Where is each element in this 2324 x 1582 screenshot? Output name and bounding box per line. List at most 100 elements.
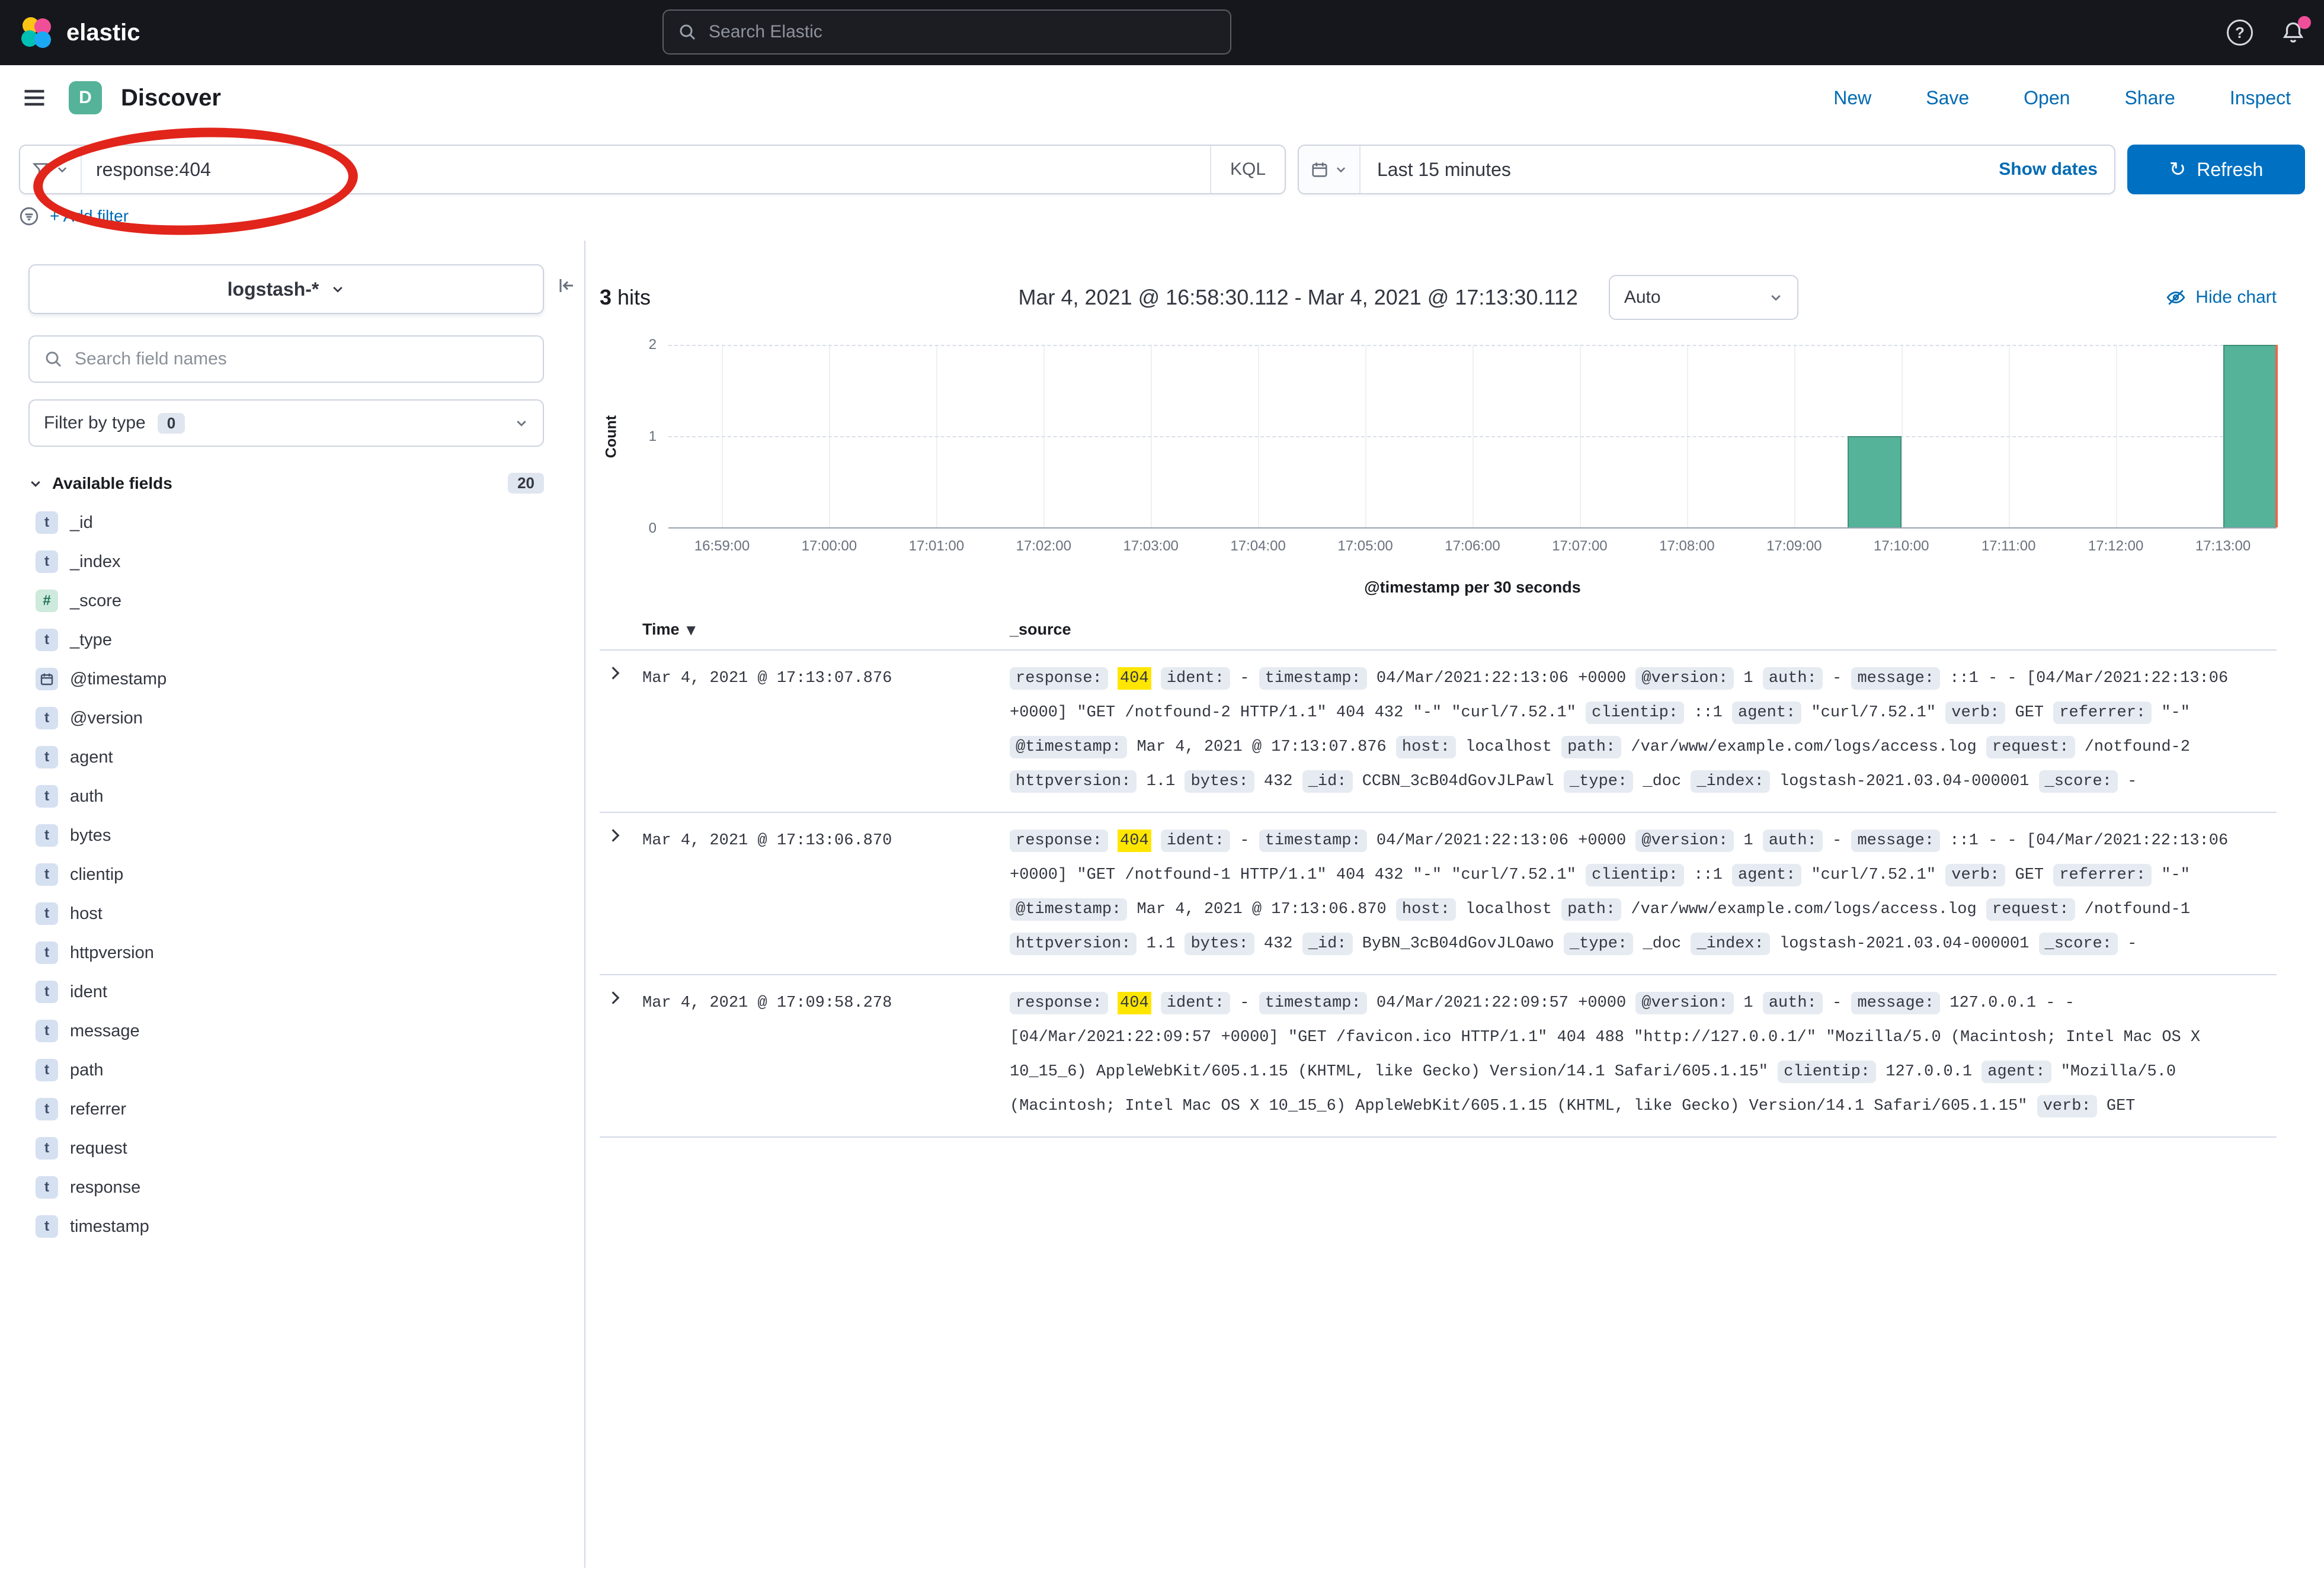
field-item-bytes[interactable]: tbytes — [28, 816, 544, 855]
query-language-button[interactable]: KQL — [1210, 146, 1285, 193]
elastic-logo[interactable]: elastic — [19, 16, 140, 49]
chevron-down-icon — [1334, 163, 1347, 176]
menu-icon[interactable] — [19, 82, 50, 113]
field-name: path — [70, 1061, 103, 1080]
app-header: D Discover New Save Open Share Inspect — [0, 65, 2324, 130]
saved-query-menu-button[interactable] — [20, 146, 82, 193]
collapse-sidebar-icon[interactable] — [557, 276, 576, 295]
new-button[interactable]: New — [1833, 87, 1871, 109]
open-button[interactable]: Open — [2024, 87, 2070, 109]
available-fields-header[interactable]: Available fields 20 — [28, 473, 544, 494]
field-item-timestamp[interactable]: @timestamp — [28, 659, 544, 699]
string-field-icon: t — [36, 1215, 58, 1238]
expand-row-icon[interactable] — [600, 986, 626, 1006]
field-name: _index — [70, 552, 120, 572]
alerts-icon[interactable] — [2281, 21, 2305, 44]
y-tick-label: 1 — [649, 428, 657, 445]
search-icon — [44, 350, 63, 369]
field-name: _id — [70, 513, 93, 533]
field-item-score[interactable]: #_score — [28, 581, 544, 620]
field-item-response[interactable]: tresponse — [28, 1168, 544, 1207]
field-item-clientip[interactable]: tclientip — [28, 855, 544, 894]
source-field-value: ::1 — [1694, 866, 1723, 884]
source-field-value: "curl/7.52.1" — [1811, 704, 1936, 722]
time-column-header[interactable]: Time ▼ — [642, 620, 1010, 639]
source-field-badge: ident: — [1161, 667, 1230, 690]
field-item-type[interactable]: t_type — [28, 620, 544, 659]
inspect-button[interactable]: Inspect — [2230, 87, 2291, 109]
field-name: clientip — [70, 865, 123, 885]
field-item-timestamp[interactable]: ttimestamp — [28, 1207, 544, 1246]
field-item-request[interactable]: trequest — [28, 1129, 544, 1168]
add-filter-button[interactable]: + Add filter — [50, 207, 129, 226]
expand-row-icon[interactable] — [600, 824, 626, 844]
source-field-badge: host: — [1396, 898, 1456, 921]
discover-app-badge[interactable]: D — [69, 81, 102, 114]
histogram-bar[interactable] — [1848, 436, 1901, 527]
time-range-value[interactable]: Last 15 minutes — [1361, 159, 1528, 181]
share-button[interactable]: Share — [2124, 87, 2175, 109]
field-name: httpversion — [70, 943, 154, 963]
source-field-badge: auth: — [1763, 992, 1823, 1014]
source-field-value: 1 — [1743, 670, 1753, 687]
field-item-version[interactable]: t@version — [28, 699, 544, 738]
source-field-value: 404 — [1118, 667, 1151, 690]
field-item-host[interactable]: thost — [28, 894, 544, 933]
query-input[interactable] — [82, 159, 1210, 181]
global-search-input[interactable] — [709, 22, 1216, 42]
source-field-badge: timestamp: — [1259, 667, 1367, 690]
refresh-icon: ↻ — [2169, 159, 2187, 180]
field-list: t_idt_index#_scoret_type@timestampt@vers… — [28, 503, 544, 1246]
string-field-icon: t — [36, 746, 58, 768]
header-icons: ? — [2227, 20, 2305, 46]
x-tick-label: 16:59:00 — [694, 538, 750, 555]
chart-header: 3hits Mar 4, 2021 @ 16:58:30.112 - Mar 4… — [600, 274, 2277, 321]
x-tick-label: 17:07:00 — [1552, 538, 1607, 555]
field-search-input[interactable] — [75, 349, 529, 369]
expand-row-icon[interactable] — [600, 661, 626, 681]
field-name: @timestamp — [70, 670, 167, 689]
date-picker-calendar-button[interactable] — [1299, 146, 1361, 193]
save-button[interactable]: Save — [1926, 87, 1969, 109]
help-icon[interactable]: ? — [2227, 20, 2253, 46]
string-field-icon: t — [36, 629, 58, 651]
field-item-index[interactable]: t_index — [28, 542, 544, 581]
source-field-badge: verb: — [2037, 1095, 2097, 1117]
document-source: response: 404 ident: - timestamp: 04/Mar… — [1010, 661, 2277, 799]
source-field-value: 04/Mar/2021:22:13:06 +0000 — [1377, 832, 1626, 850]
field-item-ident[interactable]: tident — [28, 972, 544, 1011]
refresh-button[interactable]: ↻ Refresh — [2127, 145, 2305, 194]
brand-name: elastic — [66, 20, 140, 46]
hide-chart-button[interactable]: Hide chart — [2166, 287, 2277, 308]
source-field-badge: @version: — [1635, 667, 1734, 690]
field-item-message[interactable]: tmessage — [28, 1011, 544, 1051]
source-field-value: "curl/7.52.1" — [1811, 866, 1936, 884]
hits-count: 3hits — [600, 285, 651, 310]
field-item-referrer[interactable]: treferrer — [28, 1090, 544, 1129]
interval-select[interactable]: Auto — [1609, 275, 1798, 320]
saved-query-icon — [32, 161, 50, 178]
field-name: referrer — [70, 1100, 126, 1119]
field-search[interactable] — [28, 335, 544, 383]
field-item-path[interactable]: tpath — [28, 1051, 544, 1090]
filter-options-icon[interactable] — [19, 206, 39, 226]
field-item-agent[interactable]: tagent — [28, 738, 544, 777]
field-item-id[interactable]: t_id — [28, 503, 544, 542]
source-field-badge: agent: — [1732, 702, 1801, 724]
source-field-badge: _type: — [1564, 933, 1633, 955]
show-dates-button[interactable]: Show dates — [1982, 159, 2114, 180]
field-item-auth[interactable]: tauth — [28, 777, 544, 816]
histogram-bar[interactable] — [2223, 345, 2277, 527]
x-tick-label: 17:05:00 — [1337, 538, 1393, 555]
field-item-httpversion[interactable]: thttpversion — [28, 933, 544, 972]
source-field-value: - — [2127, 935, 2137, 953]
source-field-value: ::1 — [1694, 704, 1723, 722]
x-axis-ticks: 16:59:0017:00:0017:01:0017:02:0017:03:00… — [668, 538, 2277, 559]
source-field-value: 432 — [1264, 935, 1293, 953]
global-search[interactable] — [662, 9, 1231, 55]
table-header: Time ▼ _source — [600, 620, 2277, 651]
source-field-badge: httpversion: — [1010, 933, 1137, 955]
index-pattern-select[interactable]: logstash-* — [28, 264, 544, 314]
filter-by-type-select[interactable]: Filter by type 0 — [28, 399, 544, 447]
source-field-value: 1.1 — [1147, 773, 1176, 790]
